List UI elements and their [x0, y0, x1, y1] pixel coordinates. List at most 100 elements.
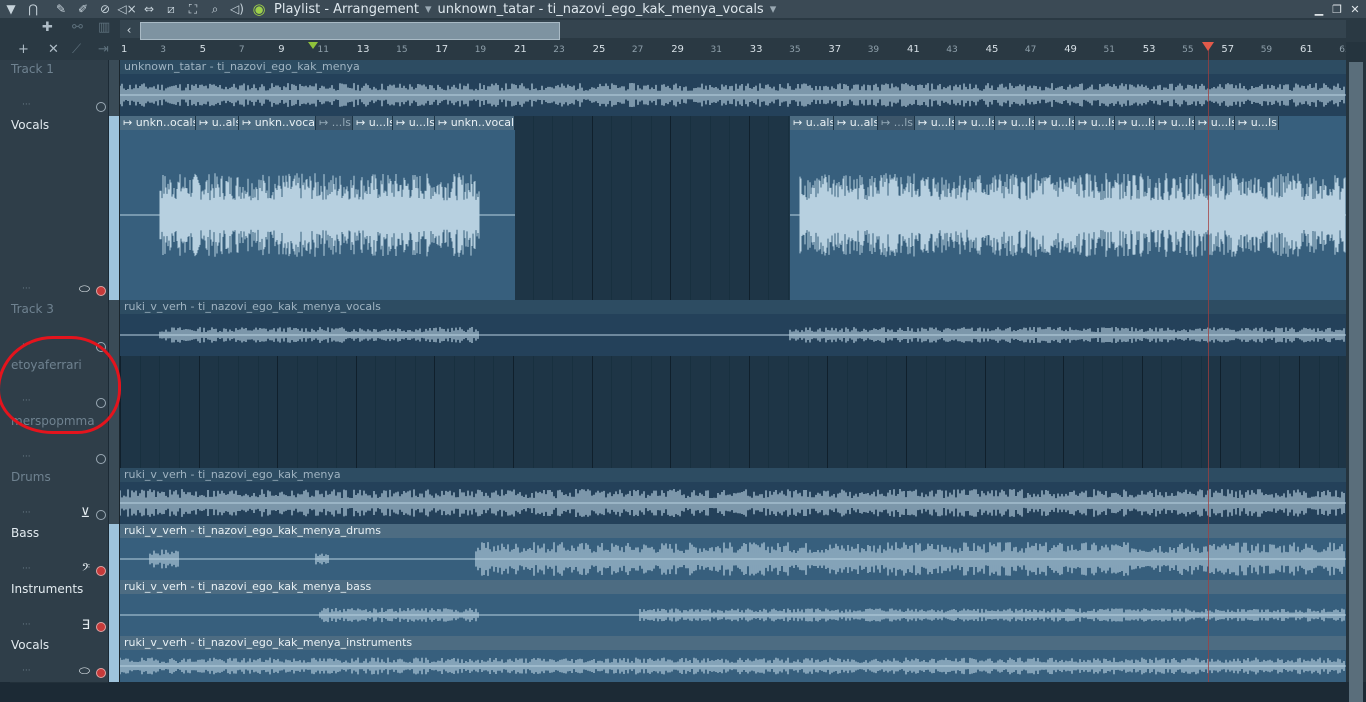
clip-label[interactable]: ↦ u...ls — [995, 116, 1035, 130]
playback-tool-icon[interactable]: ◁) — [226, 0, 248, 18]
audio-clip[interactable]: ruki_v_verh - ti_nazovi_ego_kak_menya_in… — [120, 636, 1346, 682]
record-arm-icon[interactable] — [96, 102, 106, 112]
paint-tool-icon[interactable]: ✐ — [72, 0, 94, 18]
track-header[interactable]: Vocals ··· ⬭ — [10, 116, 108, 301]
audio-clip[interactable]: ruki_v_verh - ti_nazovi_ego_kak_menya_dr… — [120, 524, 1346, 580]
select-tool-icon[interactable]: ⛶ — [182, 0, 204, 18]
audio-clip[interactable] — [790, 116, 1346, 300]
pattern-picker-icon[interactable]: ✚ — [42, 20, 53, 35]
track-lane[interactable] — [120, 412, 1346, 468]
mute-tool-icon[interactable]: ◁× — [116, 0, 138, 18]
chevron-down-icon[interactable]: ▾ — [425, 2, 432, 17]
clip-label[interactable]: ↦ u...ls — [1155, 116, 1195, 130]
track-name[interactable]: Vocals — [11, 118, 49, 132]
vertical-scrollbar-thumb[interactable] — [1349, 62, 1363, 702]
track-select-strip[interactable] — [109, 524, 120, 580]
vertical-scrollbar[interactable] — [1346, 42, 1366, 702]
record-arm-icon[interactable] — [96, 454, 106, 464]
track-header[interactable]: Drums ··· ⊻ — [10, 468, 108, 525]
track-name[interactable]: Vocals — [11, 638, 49, 652]
pattern-name[interactable]: unknown_tatar - ti_nazovi_ego_kak_menya_… — [438, 2, 764, 17]
clip-label[interactable]: ↦ u...ls — [1035, 116, 1075, 130]
delete-tool-icon[interactable]: ⊘ — [94, 0, 116, 18]
record-arm-icon[interactable] — [96, 286, 106, 296]
audio-clip[interactable]: ruki_v_verh - ti_nazovi_ego_kak_menya_ba… — [120, 580, 1346, 636]
track-select-strip[interactable] — [109, 60, 120, 116]
minimize-icon[interactable]: ▁ — [1310, 0, 1328, 18]
maximize-icon[interactable]: ❐ — [1328, 0, 1346, 18]
track-menu-icon[interactable]: ··· — [22, 100, 31, 110]
clip-label[interactable]: ↦ unkn..vocals — [435, 116, 515, 130]
slice-tool-icon[interactable]: ⧄ — [160, 0, 182, 18]
clip-label[interactable]: ↦ u..als — [196, 116, 239, 130]
scroll-left-icon[interactable]: ‹ — [122, 20, 136, 40]
track-lane[interactable]: ruki_v_verh - ti_nazovi_ego_kak_menya_ba… — [120, 580, 1346, 636]
track-header[interactable]: Vocals ··· ⬭ — [10, 636, 108, 683]
keyboard-icon[interactable]: ▥ — [98, 20, 110, 35]
clip-label[interactable]: ↦ u...ls — [1235, 116, 1279, 130]
clip-label[interactable]: ↦ u...ls — [353, 116, 393, 130]
clip-label[interactable]: ↦ u...ls — [1195, 116, 1235, 130]
clip-label[interactable]: ↦ ...ls — [316, 116, 353, 130]
clip-label[interactable]: ↦ unkn..ocals — [120, 116, 196, 130]
track-menu-icon[interactable]: ··· — [22, 666, 31, 676]
record-arm-icon[interactable] — [96, 510, 106, 520]
link-icon[interactable]: ⚯ — [72, 20, 83, 35]
horizontal-scrollbar[interactable]: ‹ — [120, 20, 1346, 40]
clip-label[interactable]: ↦ u..als — [834, 116, 878, 130]
track-select-strip[interactable] — [109, 300, 120, 356]
loop-start-marker[interactable] — [308, 42, 318, 49]
clip-label[interactable]: ↦ u..als — [790, 116, 834, 130]
clip-label[interactable]: ↦ u...ls — [915, 116, 955, 130]
audio-clip[interactable] — [120, 116, 515, 300]
track-lane[interactable]: ruki_v_verh - ti_nazovi_ego_kak_menya — [120, 468, 1346, 524]
track-name[interactable]: Instruments — [11, 582, 83, 596]
track-lane[interactable]: unknown_tatar - ti_nazovi_ego_kak_menya — [120, 60, 1346, 116]
track-lane[interactable] — [120, 356, 1346, 412]
clip-label[interactable]: ↦ u...ls — [1075, 116, 1115, 130]
audio-clip[interactable]: ruki_v_verh - ti_nazovi_ego_kak_menya_vo… — [120, 300, 1346, 356]
track-select-strip[interactable] — [109, 580, 120, 636]
track-lane[interactable]: ruki_v_verh - ti_nazovi_ego_kak_menya_vo… — [120, 300, 1346, 356]
track-header[interactable]: Instruments ··· ∃ — [10, 580, 108, 637]
arrows-icon[interactable]: ⇥ — [98, 42, 109, 57]
track-lane[interactable]: ruki_v_verh - ti_nazovi_ego_kak_menya_dr… — [120, 524, 1346, 580]
track-select-strip[interactable] — [109, 116, 120, 300]
audio-clip[interactable]: unknown_tatar - ti_nazovi_ego_kak_menya — [120, 60, 1346, 116]
add-track-icon[interactable]: + — [18, 42, 29, 57]
zoom-tool-icon[interactable]: ⌕ — [204, 0, 226, 18]
remove-icon[interactable]: ✕ — [48, 42, 59, 57]
magnet-snap-icon[interactable]: ⋂ — [22, 0, 44, 18]
track-name[interactable]: Bass — [11, 526, 39, 540]
chevron-down-icon[interactable]: ▾ — [770, 2, 777, 17]
song-position-marker[interactable] — [1202, 42, 1214, 51]
clip-label[interactable]: ↦ ...ls — [878, 116, 915, 130]
track-menu-icon[interactable]: ··· — [22, 452, 31, 462]
record-arm-icon[interactable] — [96, 566, 106, 576]
track-menu-icon[interactable]: ··· — [22, 564, 31, 574]
clip-label[interactable]: ↦ u...ls — [955, 116, 995, 130]
track-lane[interactable]: ↦ unkn..ocals ↦ u..als ↦ unkn..vocals ↦ ...… — [120, 116, 1346, 300]
audio-clip[interactable]: ruki_v_verh - ti_nazovi_ego_kak_menya — [120, 468, 1346, 524]
track-name[interactable]: Track 3 — [11, 302, 54, 316]
draw-icon[interactable]: ⟋ — [72, 42, 81, 57]
track-menu-icon[interactable]: ··· — [22, 620, 31, 630]
slip-tool-icon[interactable]: ⇔ — [138, 0, 160, 18]
track-header[interactable]: Bass ··· 𝄢 — [10, 524, 108, 581]
track-name[interactable]: Drums — [11, 470, 51, 484]
track-lane[interactable]: ruki_v_verh - ti_nazovi_ego_kak_menya_in… — [120, 636, 1346, 682]
clip-label[interactable]: ↦ unkn..vocals — [239, 116, 316, 130]
clip-label[interactable]: ↦ u...ls — [393, 116, 435, 130]
track-select-strip[interactable] — [109, 636, 120, 682]
track-menu-icon[interactable]: ··· — [22, 284, 31, 294]
record-arm-icon[interactable] — [96, 668, 106, 678]
track-name[interactable]: Track 1 — [11, 62, 54, 76]
clip-label[interactable]: ↦ u...ls — [1115, 116, 1155, 130]
menu-arrow-icon[interactable]: ▼ — [0, 0, 22, 18]
record-arm-icon[interactable] — [96, 622, 106, 632]
track-header[interactable]: Track 1 ··· — [10, 60, 108, 117]
track-select-strip[interactable] — [109, 412, 120, 468]
track-select-strip[interactable] — [109, 468, 120, 524]
time-ruler[interactable]: 1 3 5 7 9 11 13 15 17 19 21 23 25 27 29 31 33 35 37 39 41 43 4… — [120, 42, 1351, 61]
close-icon[interactable]: ✕ — [1346, 0, 1364, 18]
